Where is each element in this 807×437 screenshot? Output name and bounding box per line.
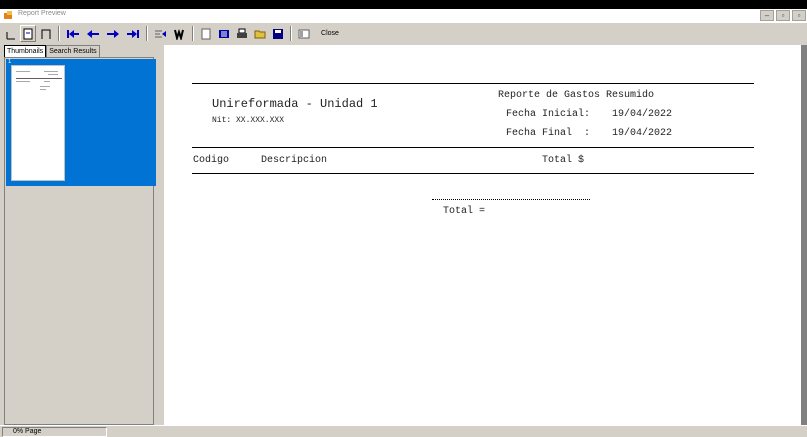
column-header-code: Codigo: [193, 155, 230, 166]
thumbnail-list: 1: [4, 57, 156, 425]
pane-tabs: Thumbnails Search Results: [4, 45, 100, 57]
title-bar: Report Preview – ▫ ▫: [0, 9, 807, 23]
two-pages-button[interactable]: [38, 25, 54, 42]
report-preview-window: Report Preview – ▫ ▫ Close Thumbnails Se…: [0, 9, 807, 437]
last-page-icon: [127, 29, 139, 38]
open-icon: [254, 30, 266, 38]
export-icon: [298, 29, 310, 38]
column-header-description: Descripcion: [261, 155, 328, 166]
export-button[interactable]: [296, 25, 312, 42]
maximize-button[interactable]: ▫: [776, 10, 790, 21]
thumbnail-page: [11, 65, 65, 181]
open-button[interactable]: [252, 25, 268, 42]
save-button[interactable]: [270, 25, 286, 42]
company-nit: Nit: XX.XXX.XXX: [212, 116, 285, 125]
close-button[interactable]: Close: [313, 25, 347, 42]
find-icon: [174, 28, 184, 40]
start-date-value: 19/04/2022: [612, 109, 673, 120]
two-pages-icon: [41, 29, 51, 39]
print-setup-button[interactable]: [216, 25, 232, 42]
page-width-button[interactable]: [4, 25, 18, 42]
column-header-total: Total $: [542, 155, 585, 166]
whole-page-button[interactable]: [20, 25, 36, 42]
go-to-page-icon: [155, 30, 166, 37]
report-title: Reporte de Gastos Resumido: [498, 90, 655, 101]
print-icon: [237, 28, 247, 38]
new-icon: [201, 28, 211, 39]
print-button[interactable]: [234, 25, 250, 42]
app-icon: [4, 11, 12, 19]
whole-page-icon: [23, 28, 33, 39]
report-page: Unireformada - Unidad 1 Nit: XX.XXX.XXX …: [164, 45, 801, 425]
minimize-button[interactable]: –: [760, 10, 774, 21]
last-page-button[interactable]: [124, 25, 142, 42]
window-title: Report Preview: [18, 10, 66, 17]
thumbnail-item[interactable]: 1: [6, 59, 156, 186]
preview-area: Unireformada - Unidad 1 Nit: XX.XXX.XXX …: [160, 45, 807, 425]
restore-button[interactable]: ▫: [792, 10, 806, 21]
first-page-button[interactable]: [64, 25, 82, 42]
go-to-page-button[interactable]: [152, 25, 170, 42]
save-icon: [273, 28, 283, 39]
end-date-value: 19/04/2022: [612, 128, 673, 139]
page-width-icon: [6, 31, 15, 39]
next-page-button[interactable]: [104, 25, 122, 42]
total-separator: [432, 199, 590, 200]
start-date-label: Fecha Inicial:: [506, 109, 591, 120]
print-setup-icon: [219, 29, 229, 38]
tab-search-results[interactable]: Search Results: [46, 45, 100, 57]
previous-page-button[interactable]: [84, 25, 102, 42]
new-button[interactable]: [198, 25, 214, 42]
tab-thumbnails[interactable]: Thumbnails: [4, 45, 47, 57]
status-text: 0% Page: [2, 427, 107, 437]
find-button[interactable]: [172, 25, 188, 42]
status-bar: 0% Page: [0, 425, 807, 437]
previous-page-icon: [87, 29, 99, 38]
next-page-icon: [107, 29, 119, 38]
company-name: Unireformada - Unidad 1: [212, 97, 378, 111]
total-label: Total =: [443, 206, 486, 217]
toolbar: Close: [0, 23, 807, 45]
thumbnail-pane: Thumbnails Search Results 1: [0, 45, 160, 425]
first-page-icon: [67, 29, 79, 38]
end-date-label: Fecha Final :: [506, 128, 591, 139]
